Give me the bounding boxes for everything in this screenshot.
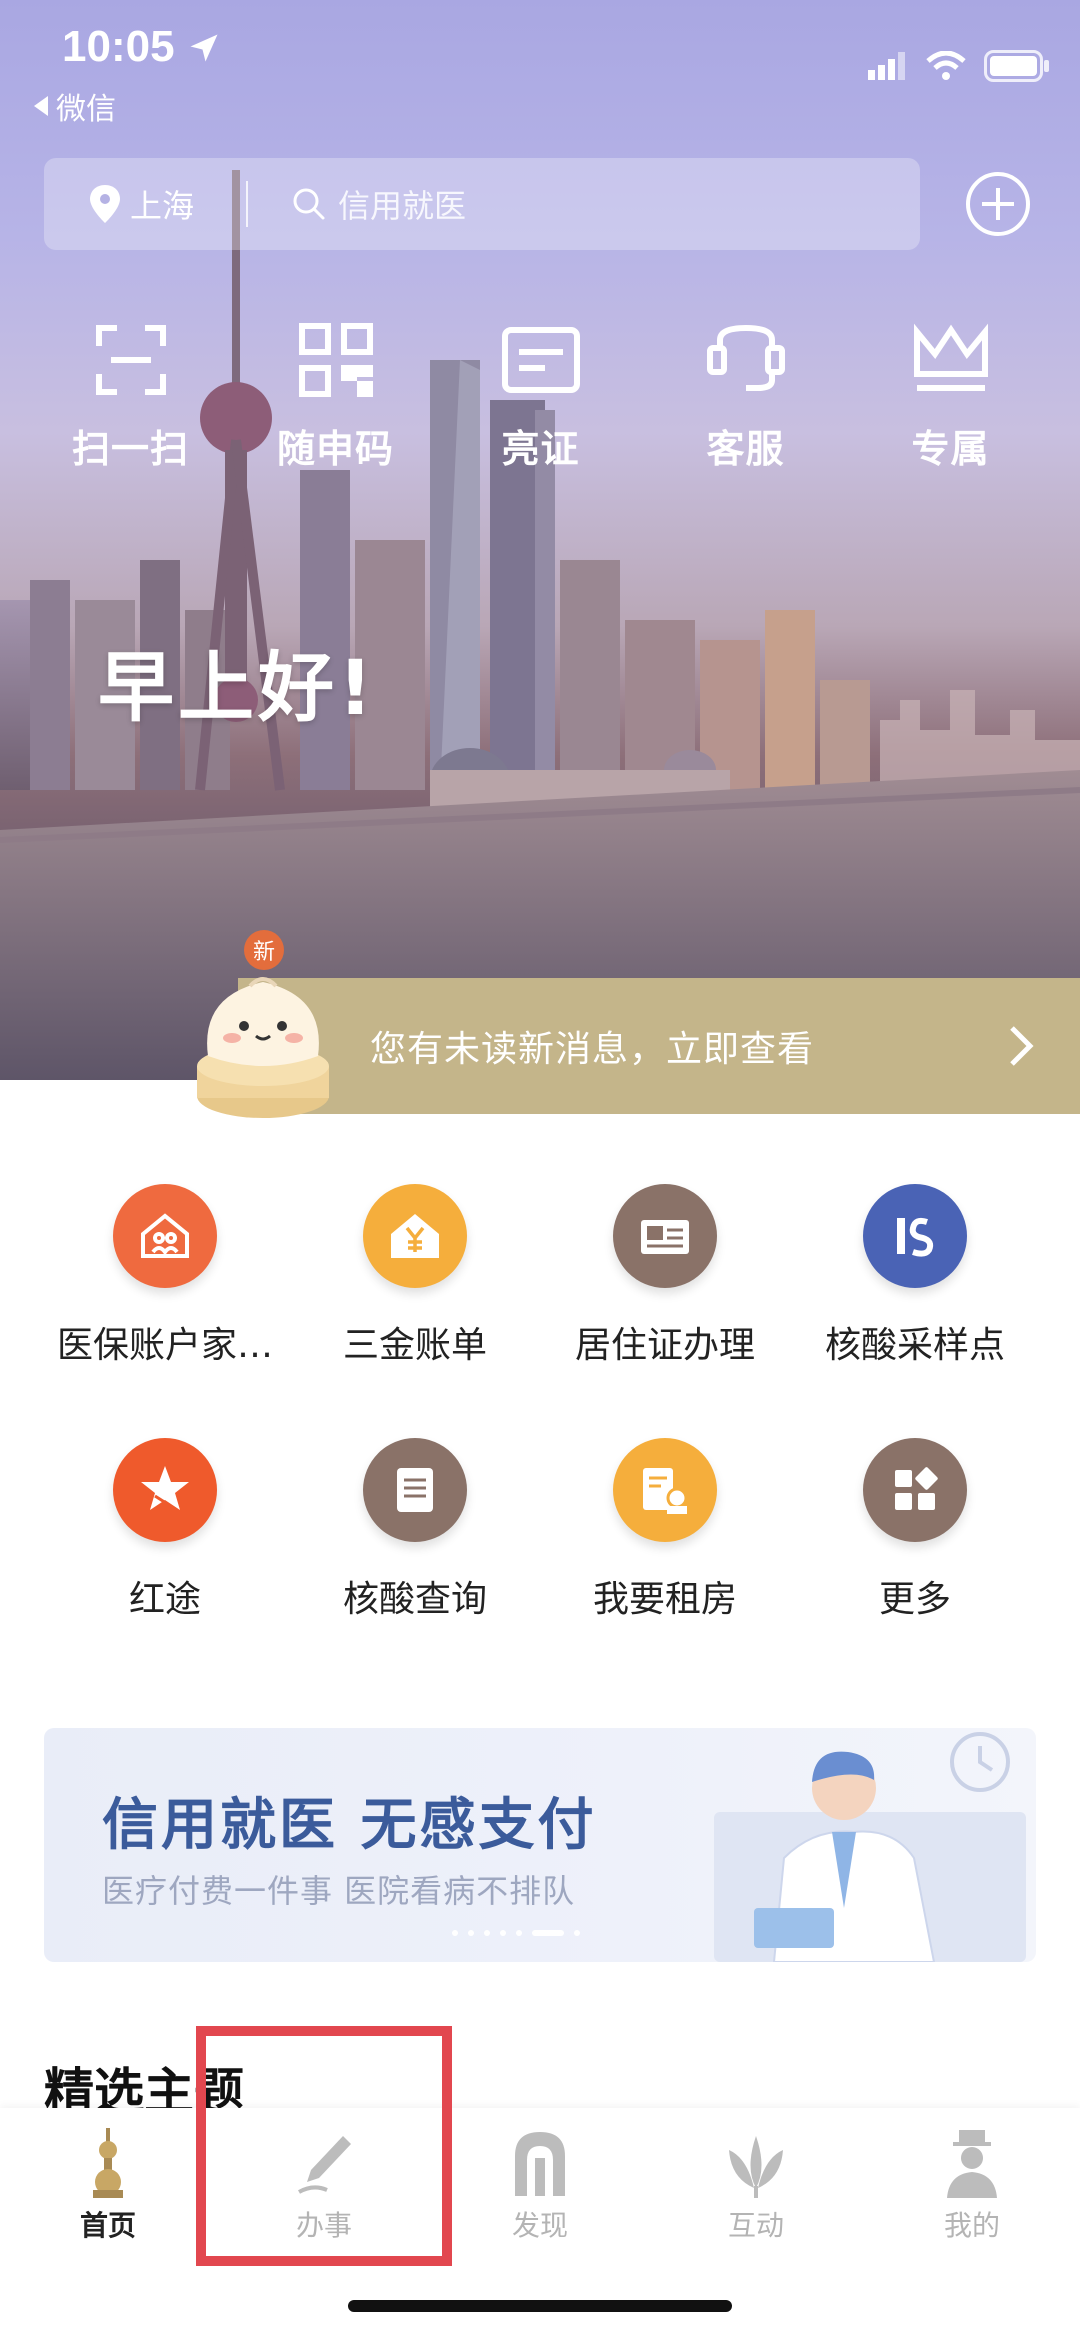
service-label: 核酸查询 [342,1579,487,1620]
status-time: 10:05 [62,22,175,71]
search-input[interactable]: 信用就医 [292,181,466,227]
hero-banner: 10:05 微信 上海 信用就医 扫一扫 随申码 亮证 客服 专属 早上好! [0,0,1080,1080]
greeting-text: 早上好! [98,643,377,732]
arch-icon [515,2132,565,2196]
star-icon [113,1438,217,1542]
yuan-house-icon [363,1184,467,1288]
carousel-dot[interactable] [468,1930,474,1936]
promo-banner[interactable]: 信用就医 无感支付 医疗付费一件事 医院看病不排队 [44,1728,1036,1962]
location-selector[interactable]: 上海 [90,181,194,227]
search-bar[interactable]: 上海 信用就医 [44,158,920,250]
chevron-right-icon [1010,1026,1034,1066]
tab-home[interactable]: 首页 [0,2108,216,2337]
carousel-dot[interactable] [574,1930,580,1936]
service-label: 更多 [878,1579,951,1620]
family-house-icon [113,1184,217,1288]
service-rent-house[interactable]: 我要租房 [540,1438,790,1692]
carousel-dot[interactable] [500,1930,506,1936]
quick-action-label: 随申码 [276,427,394,471]
headset-icon [706,324,785,391]
service-label: 红途 [128,1579,201,1620]
quick-action-qr[interactable]: 随申码 [233,320,438,473]
service-medical-account[interactable]: 医保账户家… [40,1184,290,1438]
battery-icon [984,50,1049,82]
service-three-funds[interactable]: 三金账单 [290,1184,540,1438]
quick-action-scan[interactable]: 扫一扫 [28,320,233,473]
is-logo-icon [863,1184,967,1288]
document-icon [363,1438,467,1542]
add-circle-icon[interactable] [964,170,1032,238]
person-icon [947,2130,997,2198]
promo-title: 信用就医 无感支付 [102,1793,597,1858]
service-label: 医保账户家… [56,1325,273,1366]
service-grid: 医保账户家… 三金账单 居住证办理 核酸采样点 红途 核酸查询 我要租房 更多 [0,1184,1080,1692]
unread-message-banner[interactable]: 您有未读新消息，立即查看 [238,978,1080,1114]
carousel-dots [452,1930,580,1936]
tab-label: 互动 [727,2209,784,2242]
back-to-wechat-link[interactable]: 微信 [34,84,116,128]
tab-label: 我的 [943,2209,1000,2242]
scan-icon [95,325,166,395]
tab-label: 发现 [511,2209,568,2242]
service-row: 医保账户家… 三金账单 居住证办理 核酸采样点 [0,1184,1080,1438]
promo-subtitle: 医疗付费一件事 医院看病不排队 [102,1872,576,1910]
search-placeholder: 信用就医 [338,187,467,225]
crown-icon [913,323,988,391]
search-divider [246,181,249,227]
back-triangle-icon [34,96,48,116]
quick-actions: 扫一扫 随申码 亮证 客服 专属 [0,320,1080,473]
grid-more-icon [863,1438,967,1542]
new-badge: 新 [244,930,284,970]
service-label: 三金账单 [342,1325,487,1366]
wifi-icon [926,51,966,80]
quick-action-label: 亮证 [501,427,580,471]
doctor-illustration-icon [714,1732,1026,1962]
tab-label: 首页 [79,2209,136,2242]
system-status-icons [868,50,1050,82]
unread-message-text: 您有未读新消息，立即查看 [370,1029,815,1070]
quick-action-label: 客服 [706,427,785,471]
card-icon [501,327,580,393]
service-label: 核酸采样点 [824,1325,1005,1366]
qr-code-icon [298,323,373,397]
service-label: 我要租房 [592,1579,737,1620]
home-tower-icon [93,2128,123,2198]
service-red-route[interactable]: 红途 [40,1438,290,1692]
service-nucleic-sampling[interactable]: 核酸采样点 [790,1184,1040,1438]
highlight-box [196,2026,452,2266]
signal-icon [868,52,905,80]
home-indicator [348,2300,732,2312]
quick-action-exclusive[interactable]: 专属 [848,320,1053,473]
carousel-dot[interactable] [452,1930,458,1936]
status-bar: 10:05 微信 [0,0,1080,140]
quick-action-label: 扫一扫 [71,427,189,471]
service-more[interactable]: 更多 [790,1438,1040,1692]
location-arrow-icon [190,34,218,62]
carousel-dot[interactable] [516,1930,522,1936]
search-icon [293,188,325,220]
location-label: 上海 [130,187,195,225]
residence-card-icon [613,1184,717,1288]
tab-mine[interactable]: 我的 [864,2108,1080,2337]
quick-action-service[interactable]: 客服 [643,320,848,473]
quick-action-card[interactable]: 亮证 [438,320,643,473]
service-nucleic-query[interactable]: 核酸查询 [290,1438,540,1692]
rental-icon [613,1438,717,1542]
back-app-label: 微信 [56,92,116,127]
location-pin-icon [90,185,120,223]
service-residence-permit[interactable]: 居住证办理 [540,1184,790,1438]
service-label: 居住证办理 [574,1325,755,1366]
service-row: 红途 核酸查询 我要租房 更多 [0,1438,1080,1692]
carousel-dot[interactable] [532,1930,564,1936]
magnolia-icon [729,2136,783,2198]
carousel-dot[interactable] [484,1930,490,1936]
quick-action-label: 专属 [911,427,990,471]
